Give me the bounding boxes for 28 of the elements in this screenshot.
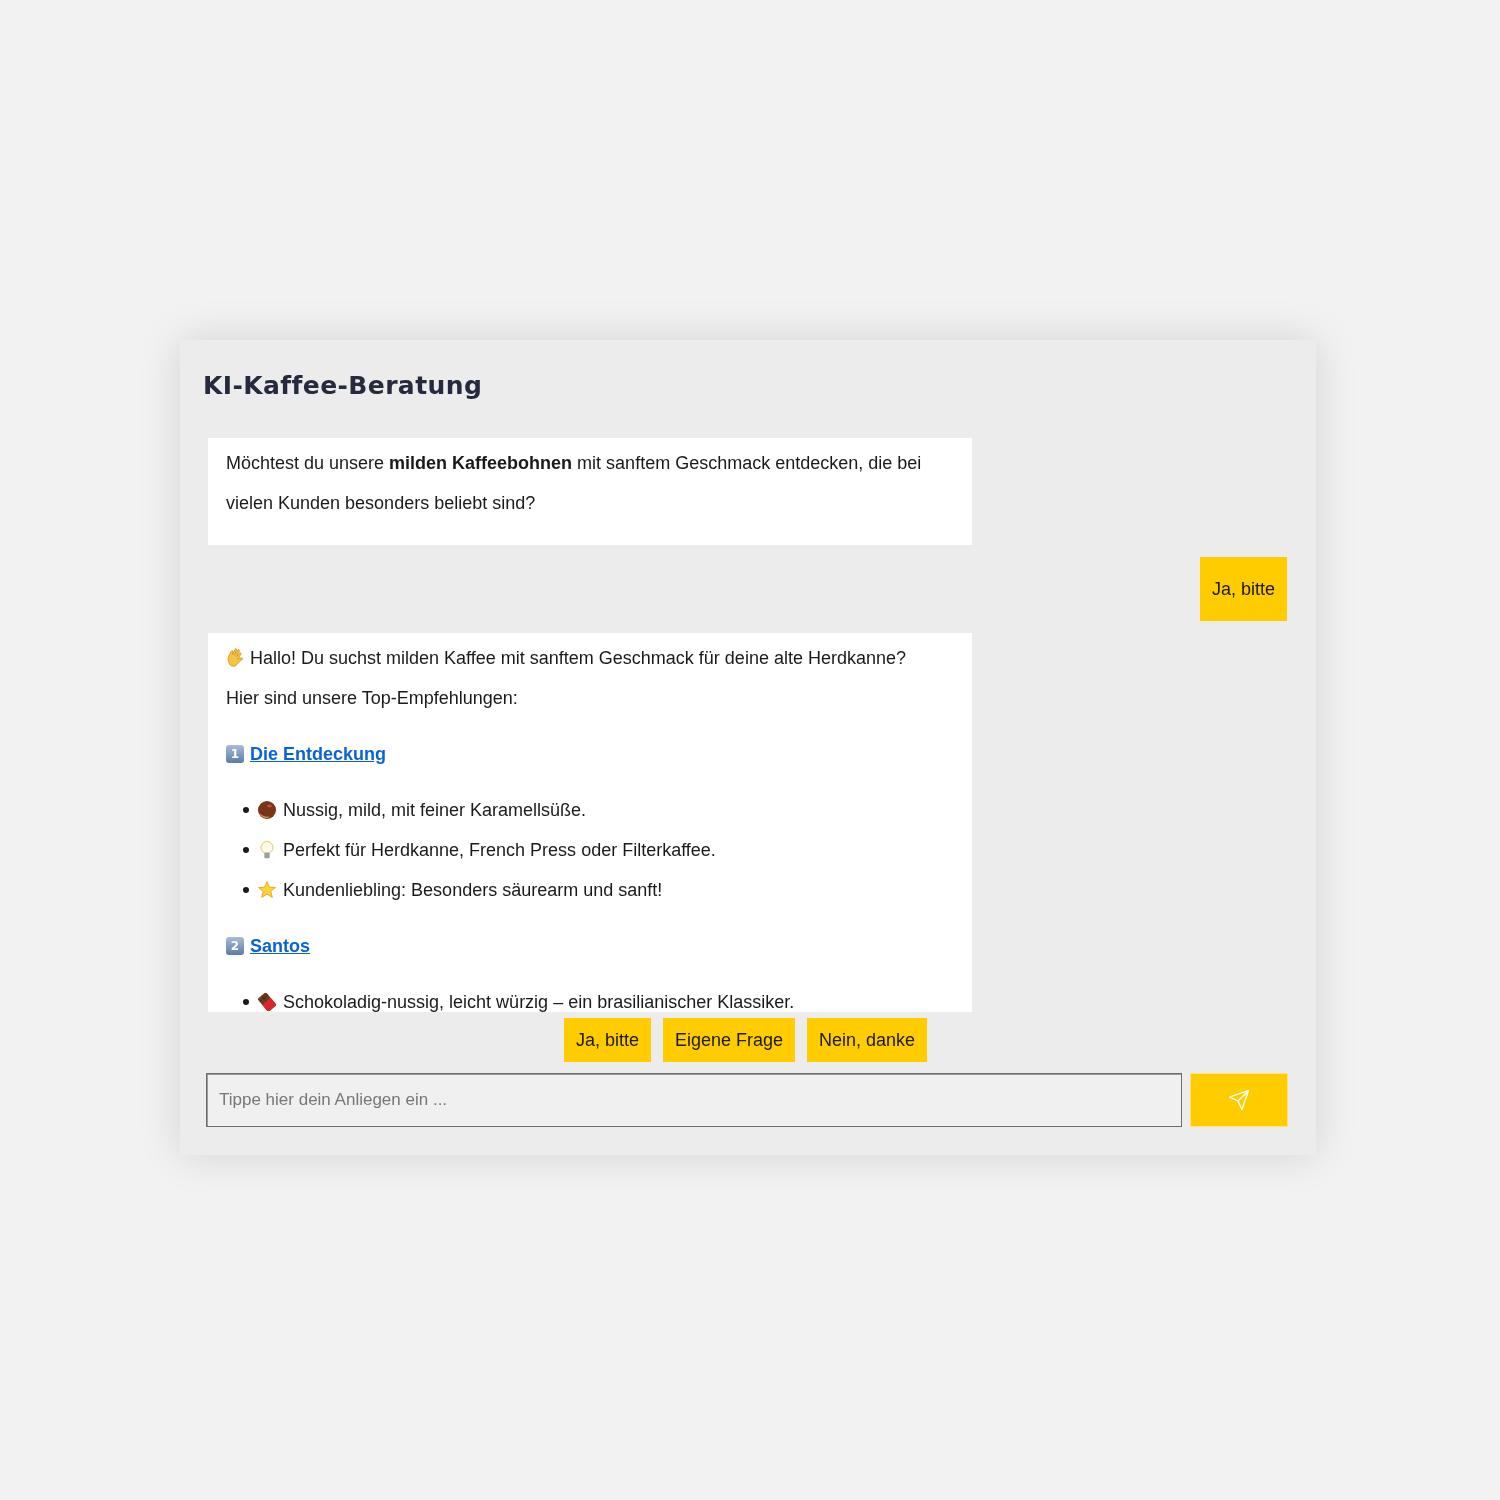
number-badge: 2 [226, 937, 244, 955]
chat-title: KI-Kaffee-Beratung [203, 370, 483, 402]
list-item-text: Perfekt für Herdkanne, French Press oder Filterkaffee. [283, 839, 716, 862]
message-text: Hier sind unsere Top-Empfehlungen: [226, 688, 518, 708]
quick-reply-button[interactable]: Eigene Frage [662, 1018, 795, 1062]
list-item-text: Nussig, mild, mit feiner Karamellsüße. [283, 799, 587, 822]
bullet-icon [243, 807, 249, 813]
star-icon [258, 881, 276, 899]
message-text: Möchtest du unsere milden Kaffeebohnen mit sanftem Geschmack entdecken, die bei vielen Kunden besonders beliebt sind? [226, 453, 922, 513]
send-icon [1229, 1090, 1249, 1110]
light-bulb-icon [258, 841, 276, 859]
product-link[interactable]: Die Entdeckung [250, 734, 387, 774]
bullet-icon [243, 999, 249, 1005]
bullet-icon [243, 847, 249, 853]
chocolate-bar-icon [258, 993, 276, 1011]
number-badge: 1 [226, 745, 244, 763]
user-message: Ja, bitte [1199, 557, 1287, 621]
list-item-text: Schokoladig-nussig, leicht würzig – ein brasilianischer Klassiker. [283, 991, 795, 1012]
quick-reply-button[interactable]: Ja, bitte [563, 1018, 651, 1062]
message-input[interactable]: Tippe hier dein Anliegen ein ... [206, 1073, 1182, 1127]
product-link[interactable]: Santos [250, 926, 310, 966]
list-item-text: Kundenliebling: Besonders säurearm und sanft! [283, 879, 663, 902]
bullet-icon [243, 887, 249, 893]
message-text: Hallo! Du suchst milden Kaffee mit sanftem Geschmack für deine alte Herdkanne? [250, 648, 906, 668]
chestnut-icon [258, 801, 276, 819]
send-button[interactable] [1190, 1073, 1288, 1127]
waving-hand-icon [226, 648, 245, 667]
quick-reply-button[interactable]: Nein, danke [807, 1018, 928, 1062]
